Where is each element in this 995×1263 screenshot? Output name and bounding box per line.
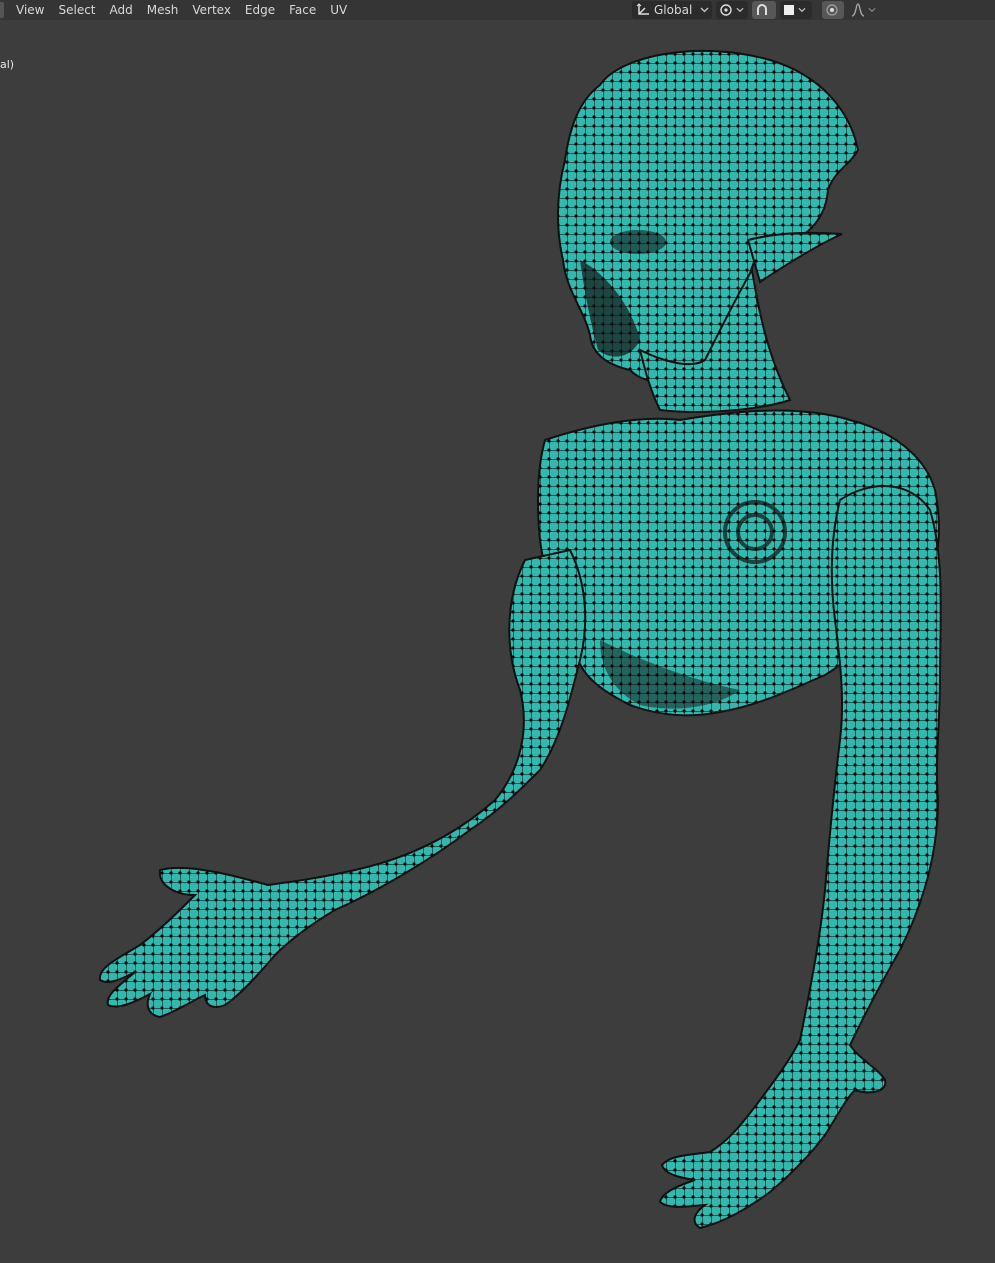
snap-toggle[interactable] bbox=[752, 1, 776, 19]
menu-face[interactable]: Face bbox=[282, 0, 323, 20]
menu-view[interactable]: View bbox=[0, 0, 51, 20]
menu-uv[interactable]: UV bbox=[323, 0, 354, 20]
snap-target-dropdown[interactable] bbox=[780, 1, 812, 19]
menu-add[interactable]: Add bbox=[103, 0, 140, 20]
viewport-header: View Select Add Mesh Vertex Edge Face UV… bbox=[0, 0, 995, 20]
mesh-model[interactable] bbox=[0, 0, 995, 1263]
proportional-editing-toggle[interactable] bbox=[822, 1, 844, 19]
chevron-down-icon bbox=[736, 7, 744, 13]
editor-type-tab[interactable] bbox=[0, 2, 4, 18]
pivot-point-dropdown[interactable] bbox=[716, 1, 748, 19]
chevron-down-icon bbox=[868, 7, 876, 13]
transform-orientation-dropdown[interactable]: Global bbox=[632, 1, 712, 19]
transform-orientation-label: Global bbox=[654, 3, 693, 17]
chevron-down-icon bbox=[798, 7, 806, 13]
viewport-mode-text: al) bbox=[0, 58, 15, 71]
snap-target-icon bbox=[783, 4, 795, 16]
transform-orientation-icon bbox=[635, 3, 651, 17]
menu-vertex[interactable]: Vertex bbox=[185, 0, 238, 20]
menu-mesh[interactable]: Mesh bbox=[140, 0, 186, 20]
snap-magnet-icon bbox=[755, 3, 769, 17]
falloff-curve-icon bbox=[851, 3, 865, 17]
3d-viewport[interactable]: View Select Add Mesh Vertex Edge Face UV… bbox=[0, 0, 995, 1263]
menu-edge[interactable]: Edge bbox=[238, 0, 282, 20]
menu-select[interactable]: Select bbox=[51, 0, 102, 20]
pivot-point-icon bbox=[719, 3, 733, 17]
chevron-down-icon bbox=[700, 7, 709, 13]
falloff-dropdown[interactable] bbox=[848, 1, 878, 19]
proportional-editing-icon bbox=[825, 3, 839, 17]
